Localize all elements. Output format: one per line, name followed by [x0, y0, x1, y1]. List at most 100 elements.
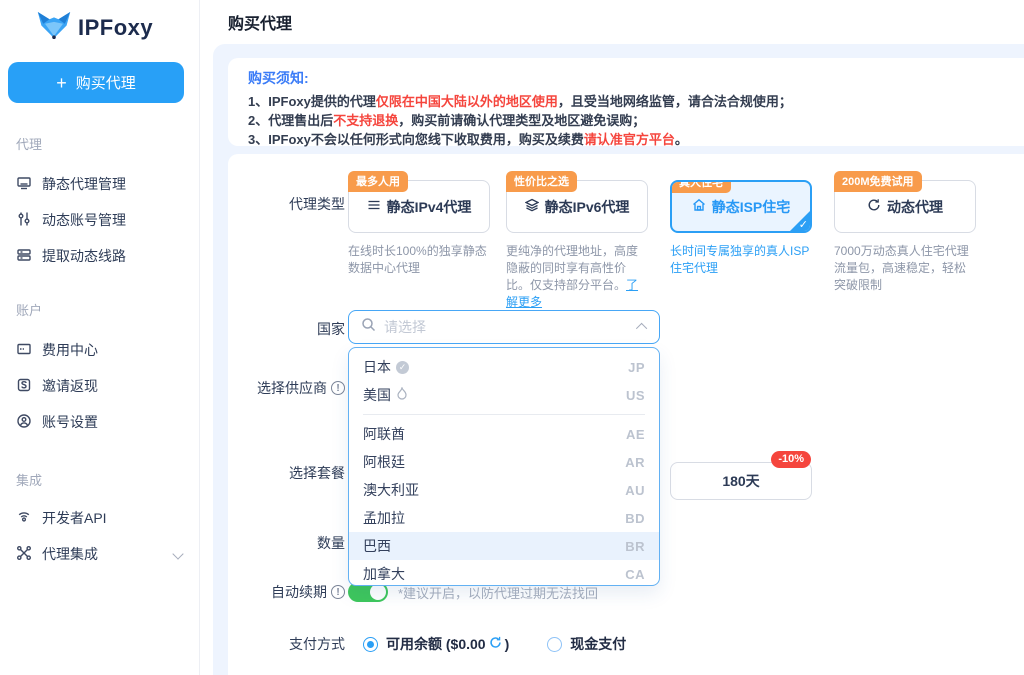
- sidebar-item-billing-center[interactable]: 费用中心: [16, 339, 186, 361]
- notice-line: 2、代理售出后不支持退换，购买前请确认代理类型及地区避免误购；: [248, 111, 1024, 130]
- country-name: 日本: [363, 357, 391, 377]
- notice-red-text: 不支持退换: [333, 113, 398, 128]
- notice-red-text: 请认准官方平台: [584, 132, 675, 147]
- payment-option-balance[interactable]: 可用余额 ($0.00): [363, 634, 509, 654]
- notice-text: ，且受当地网络监管，请合法合规使用；: [558, 94, 792, 109]
- payment-option-text: ): [505, 636, 510, 652]
- notice-text: 2、代理售出后: [248, 113, 333, 128]
- check-circle-icon: ✓: [396, 361, 409, 374]
- sidebar-item-dynamic-account[interactable]: 动态账号管理: [16, 209, 186, 231]
- country-name: 加拿大: [363, 564, 405, 584]
- proxy-card-ipv6[interactable]: 性价比之选 静态IPv6代理: [506, 180, 648, 233]
- info-icon[interactable]: !: [331, 381, 345, 395]
- nav-section-integration: 集成: [16, 470, 42, 489]
- buy-proxy-button[interactable]: + 购买代理: [8, 62, 184, 103]
- country-option-ae[interactable]: 阿联酋 AE: [349, 420, 659, 448]
- layers-icon: [525, 198, 539, 215]
- dollar-square-icon: [16, 377, 32, 396]
- payment-option-text: 可用余额 ($0.00: [386, 634, 486, 654]
- card-badge: 200M免费试用: [834, 171, 922, 192]
- notice-text: 。: [675, 132, 688, 147]
- country-code: AU: [625, 483, 645, 498]
- nav-section-proxy: 代理: [16, 134, 42, 153]
- rows-icon: [367, 198, 381, 215]
- notice-text: 3、IPFoxy不会以任何形式向您线下收取费用，购买及续费: [248, 132, 584, 147]
- sidebar-item-developer-api[interactable]: 开发者API: [16, 507, 186, 529]
- proxy-card-isp[interactable]: 真人住宅 静态ISP住宅 ✓: [670, 180, 812, 233]
- country-code: BR: [625, 539, 645, 554]
- country-name: 阿根廷: [363, 452, 405, 472]
- nav-section-account: 账户: [16, 300, 42, 319]
- auto-renew-label: 自动续期!: [228, 582, 345, 602]
- chevron-down-icon[interactable]: [172, 548, 183, 559]
- sidebar-item-label: 代理集成: [42, 544, 98, 564]
- notice-red-text: 仅限在中国大陆以外的地区使用: [376, 94, 558, 109]
- card-description: 7000万动态真人住宅代理流量包，高速稳定，轻松突破限制: [834, 243, 976, 294]
- country-option-jp[interactable]: 日本 ✓ JP: [349, 353, 659, 381]
- search-icon: [361, 317, 376, 337]
- country-option-us[interactable]: 美国 US: [349, 381, 659, 409]
- sidebar-item-label: 提取动态线路: [42, 246, 126, 266]
- card-description: 更纯净的代理地址，高度隐蔽的同时享有高性价比。仅支持部分平台。了解更多: [506, 243, 648, 311]
- payment-label: 支付方式: [228, 634, 345, 654]
- radio-unselected-icon[interactable]: [547, 637, 562, 652]
- card-title: 静态IPv6代理: [545, 197, 630, 217]
- plan-option-180d[interactable]: 180天 -10%: [670, 462, 812, 500]
- country-name: 美国: [363, 385, 391, 405]
- sliders-icon: [16, 211, 32, 230]
- sidebar-item-proxy-integration[interactable]: 代理集成: [16, 543, 186, 565]
- proxy-type-label: 代理类型: [228, 194, 345, 214]
- card-badge: 性价比之选: [506, 171, 577, 192]
- plan-label: 选择套餐: [228, 463, 345, 483]
- country-dropdown: 日本 ✓ JP 美国 US 阿联酋 AE 阿根廷 AR 澳大利亚: [348, 347, 660, 586]
- flame-icon: [396, 387, 408, 403]
- country-option-au[interactable]: 澳大利亚 AU: [349, 476, 659, 504]
- country-option-bd[interactable]: 孟加拉 BD: [349, 504, 659, 532]
- radio-selected-icon[interactable]: [363, 637, 378, 652]
- sidebar-item-extract-lines[interactable]: 提取动态线路: [16, 245, 186, 267]
- country-code: CA: [625, 567, 645, 582]
- plan-option-label: 180天: [722, 471, 759, 491]
- sidebar-item-account-settings[interactable]: 账号设置: [16, 411, 186, 433]
- buy-proxy-button-label: 购买代理: [76, 72, 136, 93]
- dropdown-divider: [363, 414, 645, 415]
- sidebar-item-invite-rebate[interactable]: 邀请返现: [16, 375, 186, 397]
- chevron-up-icon[interactable]: [636, 323, 647, 334]
- sidebar-item-label: 动态账号管理: [42, 210, 126, 230]
- country-code: AR: [625, 455, 645, 470]
- logo-text: IPFoxy: [78, 15, 153, 41]
- content-panel: 购买须知: 1、IPFoxy提供的代理仅限在中国大陆以外的地区使用，且受当地网络…: [213, 44, 1024, 675]
- proxy-card-ipv4[interactable]: 最多人用 静态IPv4代理: [348, 180, 490, 233]
- sidebar: IPFoxy + 购买代理 代理 静态代理管理 动态账号管理 提取动态线路 账户…: [0, 0, 200, 675]
- refresh-balance-icon[interactable]: [489, 636, 502, 652]
- notice-line: 3、IPFoxy不会以任何形式向您线下收取费用，购买及续费请认准官方平台。: [248, 130, 1024, 149]
- sidebar-item-static-proxy[interactable]: 静态代理管理: [16, 173, 186, 195]
- sidebar-item-label: 开发者API: [42, 508, 107, 528]
- proxy-card-dynamic[interactable]: 200M免费试用 动态代理: [834, 180, 976, 233]
- country-select-placeholder: 请选择: [384, 317, 631, 337]
- country-code: JP: [628, 360, 645, 375]
- payment-option-cash[interactable]: 现金支付: [547, 634, 626, 654]
- notice-text: ，购买前请确认代理类型及地区避免误购；: [398, 113, 645, 128]
- sidebar-item-label: 静态代理管理: [42, 174, 126, 194]
- payment-option-text: 现金支付: [570, 634, 626, 654]
- user-circle-icon: [16, 413, 32, 432]
- country-name: 巴西: [363, 536, 391, 556]
- monitor-icon: [16, 175, 32, 194]
- country-name: 澳大利亚: [363, 480, 419, 500]
- discount-badge: -10%: [771, 451, 811, 468]
- fox-logo-icon: [36, 10, 72, 46]
- country-option-ar[interactable]: 阿根廷 AR: [349, 448, 659, 476]
- plus-icon: +: [56, 74, 67, 92]
- country-option-ca[interactable]: 加拿大 CA: [349, 560, 659, 588]
- card-badge: 最多人用: [348, 171, 408, 192]
- page-title: 购买代理: [228, 10, 292, 34]
- country-select-input[interactable]: 请选择: [348, 310, 660, 344]
- supplier-label: 选择供应商!: [228, 378, 345, 398]
- card-title: 静态IPv4代理: [387, 197, 472, 217]
- country-option-br[interactable]: 巴西 BR: [349, 532, 659, 560]
- notice-line: 1、IPFoxy提供的代理仅限在中国大陆以外的地区使用，且受当地网络监管，请合法…: [248, 92, 1024, 111]
- integration-icon: [16, 545, 32, 564]
- home-icon: [692, 198, 706, 215]
- info-icon[interactable]: !: [331, 585, 345, 599]
